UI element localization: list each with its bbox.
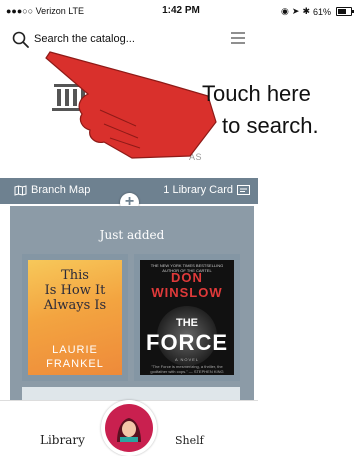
- search-hint-callout: Touch here to search.: [202, 78, 319, 142]
- book-tile-1[interactable]: This Is How It Always Is LAURIE FRANKEL: [22, 254, 128, 381]
- search-icon[interactable]: [12, 31, 29, 48]
- book1-title-line-3: Always Is: [43, 298, 107, 313]
- bluetooth-icon: ✱: [302, 6, 310, 16]
- book1-author-line-1: LAURIE: [52, 344, 98, 356]
- book2-author-first: DON: [171, 270, 203, 285]
- book-cover-1[interactable]: This Is How It Always Is LAURIE FRANKEL: [28, 260, 122, 375]
- book2-title-the: THE: [176, 317, 198, 329]
- battery-percent: 61%: [312, 6, 331, 17]
- book1-title-line-2: Is How It: [44, 283, 106, 298]
- just-added-panel: Just added This Is How It Always Is LAUR…: [10, 206, 254, 401]
- map-icon: [14, 184, 27, 196]
- book2-title-main: FORCE: [146, 330, 228, 355]
- tab-shelf[interactable]: Shelf: [175, 434, 204, 447]
- libby-home-button[interactable]: [101, 400, 157, 456]
- book2-quote: "The Force is mesmerizing, a thriller, t…: [150, 364, 224, 374]
- book1-author-line-2: FRANKEL: [46, 358, 104, 370]
- hamburger-menu-icon[interactable]: [230, 30, 246, 46]
- card-icon: [237, 185, 250, 195]
- branch-map-label: Branch Map: [31, 184, 91, 196]
- book2-author-last: WINSLOW: [151, 285, 223, 300]
- libby-avatar-icon: [105, 404, 153, 452]
- location-icon: ➤: [291, 6, 300, 16]
- next-row-preview: [22, 387, 240, 401]
- book1-title-line-1: This: [61, 268, 89, 283]
- status-icons: ◉ ➤ ✱ 61%: [281, 6, 354, 17]
- branch-map-button[interactable]: Branch Map: [14, 184, 90, 196]
- book-cover-2[interactable]: THE NEW YORK TIMES BESTSELLING AUTHOR OF…: [140, 260, 234, 375]
- callout-line-2: to search.: [222, 113, 319, 138]
- callout-line-1: Touch here: [202, 81, 311, 106]
- battery-icon: [336, 7, 354, 16]
- library-card-label: 1 Library Card: [163, 184, 233, 196]
- book2-subtitle: A NOVEL: [174, 357, 200, 362]
- section-title: Just added: [99, 228, 165, 242]
- status-bar: ●●●○○ Verizon LTE 1:42 PM ◉ ➤ ✱ 61%: [0, 0, 362, 22]
- book-tile-2[interactable]: THE NEW YORK TIMES BESTSELLING AUTHOR OF…: [134, 254, 240, 381]
- tab-library[interactable]: Library: [40, 433, 85, 447]
- alarm-icon: ◉: [281, 6, 289, 16]
- library-card-button[interactable]: 1 Library Card: [163, 184, 250, 196]
